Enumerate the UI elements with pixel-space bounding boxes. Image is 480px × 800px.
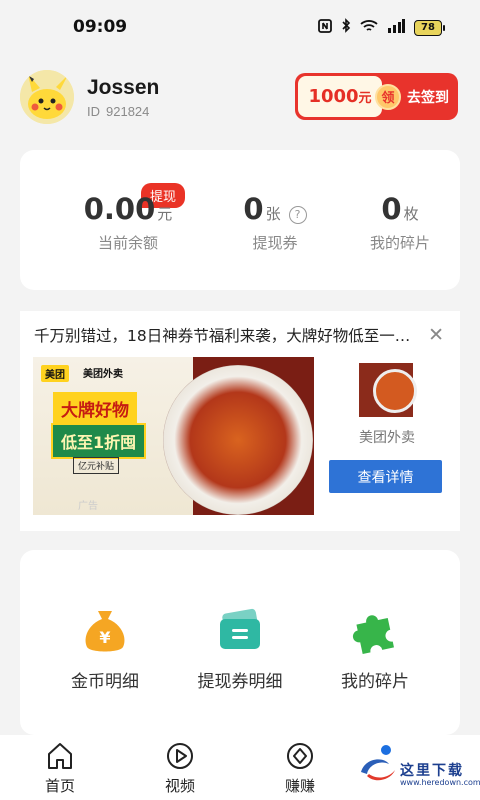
meituan-waimai-logo: 美团外卖	[83, 369, 123, 380]
battery-icon: 78	[414, 19, 445, 36]
ad-slogan-2: 低至1折囤	[51, 423, 147, 459]
tab-earn-label: 赚赚	[284, 777, 315, 795]
watermark-logo-icon	[361, 745, 395, 781]
my-fragments-shortcut[interactable]: 我的碎片	[305, 605, 445, 692]
watermark-url: www.heredown.com	[400, 778, 480, 787]
user-id: ID 921824	[87, 104, 149, 119]
view-details-button[interactable]: 查看详情	[329, 460, 442, 493]
svg-text:¥: ¥	[99, 628, 110, 647]
checkin-amount-value: 1000	[308, 86, 359, 107]
coupon-label: 提现券	[252, 234, 298, 252]
puzzle-icon	[349, 605, 401, 657]
withdraw-coupons[interactable]: 0 张? 提现券	[215, 192, 335, 253]
balance-value: 0.00	[83, 192, 156, 226]
status-bar: 09:09 78	[0, 0, 480, 52]
user-id-value: 921824	[106, 104, 150, 119]
watermark: 这里下载 www.heredown.com	[355, 740, 480, 790]
checkin-amount: 1000元	[308, 86, 371, 107]
diamond-icon	[285, 741, 315, 771]
home-icon	[45, 741, 75, 771]
tab-video-label: 视频	[164, 777, 195, 795]
balance-card: 提现 0.00 元 当前余额 0 张? 提现券 0枚 我的碎片	[20, 150, 460, 290]
ad-slogan-1: 大牌好物	[53, 392, 137, 425]
checkin-amount-unit: 元	[358, 91, 372, 106]
bluetooth-icon	[341, 18, 351, 37]
avatar[interactable]	[20, 70, 74, 124]
fragment-label: 我的碎片	[369, 234, 430, 252]
current-balance[interactable]: 0.00 元 当前余额	[68, 192, 188, 253]
meituan-logo: 美团	[41, 365, 69, 382]
ad-label: 广告	[78, 501, 98, 512]
coupon-value: 0	[243, 192, 264, 226]
signal-icon	[387, 18, 405, 37]
checkin-amount-box: 1000元	[298, 76, 382, 117]
play-icon	[165, 741, 195, 771]
watermark-text: 这里下载	[400, 763, 464, 779]
status-time: 09:09	[73, 17, 128, 37]
ad-card[interactable]: 千万别错过，18日神券节福利来袭，大牌好物低至一… ✕ 美团 美团外卖 大牌好物…	[20, 311, 460, 531]
status-icons: 78	[318, 18, 445, 37]
help-icon[interactable]: ?	[288, 205, 307, 224]
ad-brand: 美团外卖	[359, 430, 415, 446]
fragment-unit: 枚	[403, 205, 419, 223]
coupon-details-label: 提现券明细	[197, 672, 283, 692]
tab-home-label: 首页	[44, 777, 75, 795]
money-bag-icon: ¥	[79, 605, 131, 657]
checkin-action-label: 去签到	[407, 89, 449, 106]
ticket-icon	[214, 605, 266, 657]
ad-image[interactable]: 美团 美团外卖 大牌好物 低至1折囤 亿元补贴 广告	[33, 357, 314, 515]
coin-details-label: 金币明细	[71, 672, 139, 692]
coupon-details-shortcut[interactable]: 提现券明细	[170, 605, 310, 692]
fragment-value: 0	[381, 192, 402, 226]
ad-headline[interactable]: 千万别错过，18日神券节福利来袭，大牌好物低至一…	[34, 324, 424, 346]
tab-earn[interactable]: 赚赚	[260, 741, 340, 796]
user-id-label: ID	[87, 104, 100, 119]
wifi-icon	[360, 19, 378, 37]
ad-thumbnail[interactable]	[359, 363, 417, 417]
ad-tag: 亿元补贴	[73, 457, 120, 474]
tab-home[interactable]: 首页	[20, 741, 100, 796]
nfc-icon	[318, 18, 332, 37]
food-dish-image	[163, 365, 313, 515]
balance-label: 当前余额	[97, 234, 158, 252]
balance-unit: 元	[157, 205, 173, 223]
tab-video[interactable]: 视频	[140, 741, 220, 796]
close-icon[interactable]: ✕	[428, 324, 444, 346]
coin-details-shortcut[interactable]: ¥ 金币明细	[35, 605, 175, 692]
coin-icon: 领	[375, 83, 401, 110]
my-fragments[interactable]: 0枚 我的碎片	[340, 192, 460, 253]
my-fragments-label: 我的碎片	[341, 672, 409, 692]
checkin-button[interactable]: 1000元 领 去签到	[295, 73, 458, 120]
coupon-unit: 张	[265, 205, 281, 223]
shortcuts-card: ¥ 金币明细 提现券明细 我的碎片	[20, 550, 460, 735]
username: Jossen	[87, 76, 160, 99]
